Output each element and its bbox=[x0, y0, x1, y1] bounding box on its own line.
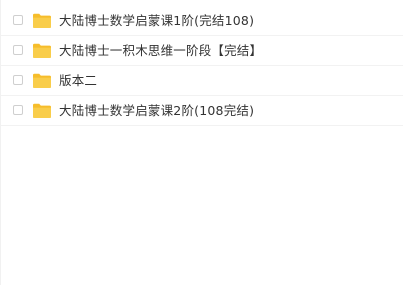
row-checkbox[interactable] bbox=[13, 105, 23, 115]
folder-name[interactable]: 大陆博士数学启蒙课2阶(108完结) bbox=[59, 102, 254, 119]
folder-name[interactable]: 大陆博士一积木思维一阶段【完结】 bbox=[59, 42, 262, 59]
row-checkbox[interactable] bbox=[13, 75, 23, 85]
folder-icon bbox=[33, 103, 51, 118]
file-row[interactable]: 大陆博士数学启蒙课1阶(完结108) bbox=[1, 6, 403, 36]
folder-icon bbox=[33, 73, 51, 88]
file-list: 大陆博士数学启蒙课1阶(完结108) 大陆博士一积木思维一阶段【完结】 版本二 bbox=[0, 0, 403, 285]
row-checkbox[interactable] bbox=[13, 15, 23, 25]
folder-name[interactable]: 大陆博士数学启蒙课1阶(完结108) bbox=[59, 12, 254, 29]
folder-icon bbox=[33, 43, 51, 58]
row-checkbox[interactable] bbox=[13, 45, 23, 55]
file-row[interactable]: 大陆博士数学启蒙课2阶(108完结) bbox=[1, 96, 403, 126]
file-row[interactable]: 版本二 bbox=[1, 66, 403, 96]
folder-name[interactable]: 版本二 bbox=[59, 72, 97, 89]
file-row[interactable]: 大陆博士一积木思维一阶段【完结】 bbox=[1, 36, 403, 66]
folder-icon bbox=[33, 13, 51, 28]
